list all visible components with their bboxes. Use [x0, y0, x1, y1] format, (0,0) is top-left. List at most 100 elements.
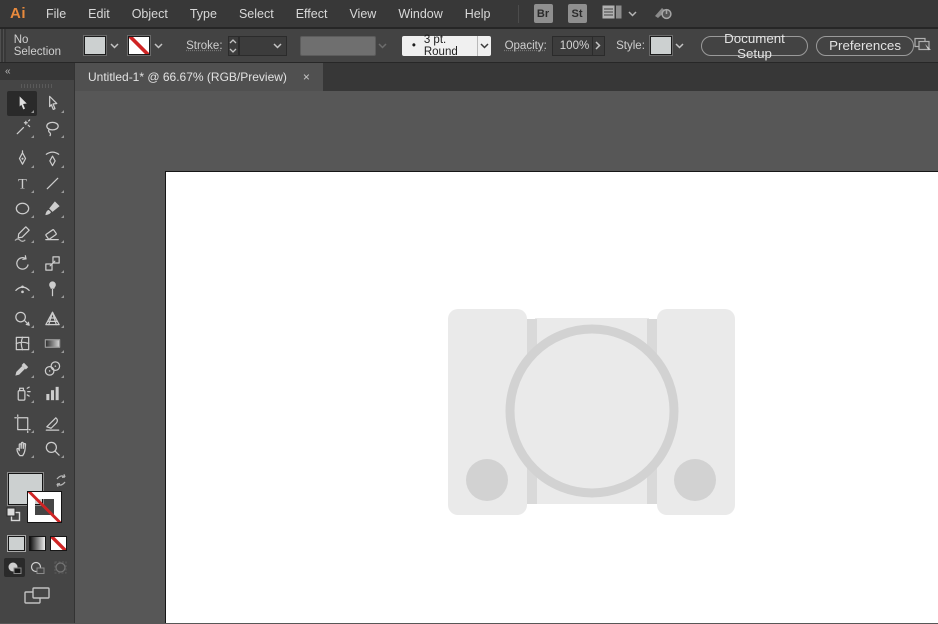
- menu-effect[interactable]: Effect: [285, 0, 339, 27]
- swap-fill-stroke-icon[interactable]: [54, 473, 68, 492]
- dock-control-panel-icon[interactable]: [914, 36, 933, 55]
- symbol-sprayer-icon: [17, 386, 31, 401]
- tool-gradient[interactable]: [37, 331, 67, 356]
- slice-icon: [45, 417, 59, 431]
- fill-stroke-proxy: [6, 473, 68, 529]
- tool-symbol-sprayer[interactable]: [7, 381, 37, 406]
- console-disc-ring[interactable]: [505, 324, 679, 498]
- tool-type[interactable]: T: [7, 171, 37, 196]
- preferences-button[interactable]: Preferences: [816, 35, 915, 56]
- tool-rotate[interactable]: [7, 251, 37, 276]
- canvas-pasteboard[interactable]: [75, 91, 938, 623]
- tool-zoom[interactable]: [37, 436, 67, 461]
- menu-bar-right: Br St: [517, 3, 674, 24]
- workspace-switcher[interactable]: [602, 5, 637, 22]
- panel-grip[interactable]: [0, 29, 6, 62]
- tool-line-segment[interactable]: [37, 171, 67, 196]
- style-picker[interactable]: [649, 36, 688, 55]
- opacity-label[interactable]: Opacity:: [505, 40, 547, 52]
- chevron-down-icon[interactable]: [672, 36, 688, 55]
- tools-panel-grip[interactable]: [0, 80, 74, 91]
- document-setup-button[interactable]: Document Setup: [700, 31, 809, 61]
- artboard-icon: [13, 414, 31, 433]
- draw-behind-button[interactable]: [27, 558, 48, 577]
- tool-eyedropper[interactable]: [7, 356, 37, 381]
- tool-blend[interactable]: [37, 356, 67, 381]
- tool-eraser[interactable]: [37, 221, 67, 246]
- opacity-submenu-arrow[interactable]: [592, 35, 606, 56]
- tool-paintbrush[interactable]: [37, 196, 67, 221]
- opacity-input[interactable]: 100%: [551, 35, 593, 56]
- menu-type[interactable]: Type: [179, 0, 228, 27]
- gradient-button[interactable]: [28, 536, 46, 551]
- tool-lasso[interactable]: [37, 116, 67, 141]
- tool-mesh[interactable]: [7, 331, 37, 356]
- tool-curvature[interactable]: [37, 146, 67, 171]
- default-fill-stroke-icon[interactable]: [6, 507, 21, 527]
- style-swatch[interactable]: [649, 36, 672, 55]
- menu-help[interactable]: Help: [454, 0, 502, 27]
- stroke-color-picker[interactable]: [128, 36, 166, 55]
- chevron-down-icon[interactable]: [150, 36, 166, 55]
- artwork-svg[interactable]: [166, 172, 938, 623]
- tools-panel-collapse[interactable]: «: [0, 63, 74, 80]
- tool-shaper[interactable]: [7, 221, 37, 246]
- stroke-weight-stepper[interactable]: [227, 35, 239, 56]
- tool-width[interactable]: [7, 276, 37, 301]
- tool-scale[interactable]: [37, 251, 67, 276]
- tool-shape-builder[interactable]: [7, 306, 37, 331]
- brush-dot-icon: •: [411, 39, 416, 52]
- tool-slice[interactable]: [37, 411, 67, 436]
- selection-status: No Selection: [13, 33, 62, 58]
- tool-perspective-grid[interactable]: [37, 306, 67, 331]
- document-tab[interactable]: Untitled-1* @ 66.67% (RGB/Preview) ×: [75, 63, 323, 91]
- brush-name: 3 pt. Round: [423, 33, 458, 58]
- stock-button[interactable]: St: [567, 4, 587, 23]
- menu-select[interactable]: Select: [228, 0, 285, 27]
- tool-hand[interactable]: [7, 436, 37, 461]
- console-left-button[interactable]: [466, 459, 508, 501]
- draw-normal-button[interactable]: [3, 558, 25, 577]
- chevron-down-icon[interactable]: [106, 36, 122, 55]
- tool-column-graph[interactable]: [37, 381, 67, 406]
- width-profile-dropdown[interactable]: [300, 35, 376, 56]
- stroke-weight-dropdown[interactable]: [238, 35, 288, 56]
- close-icon[interactable]: ×: [303, 71, 310, 83]
- brush-preview[interactable]: • 3 pt. Round: [401, 33, 478, 58]
- stroke-label[interactable]: Stroke:: [186, 40, 222, 52]
- collapse-chevrons-icon: «: [5, 66, 11, 77]
- gpu-performance-icon[interactable]: [652, 3, 674, 24]
- tool-ellipse[interactable]: [7, 196, 37, 221]
- illustrator-logo: Ai: [10, 5, 26, 22]
- color-button[interactable]: [7, 536, 25, 551]
- none-button[interactable]: [49, 536, 67, 551]
- change-screen-mode-button[interactable]: [0, 587, 74, 605]
- menu-object[interactable]: Object: [121, 0, 179, 27]
- menu-file[interactable]: File: [35, 0, 77, 27]
- menu-edit[interactable]: Edit: [77, 0, 121, 27]
- tool-puppet-warp[interactable]: [37, 276, 67, 301]
- brush-definition-dropdown[interactable]: • 3 pt. Round: [401, 33, 491, 58]
- tool-artboard[interactable]: [7, 411, 37, 436]
- tool-selection[interactable]: [7, 91, 37, 116]
- tool-pen[interactable]: [7, 146, 37, 171]
- console-right-button[interactable]: [674, 459, 716, 501]
- tool-magic-wand[interactable]: [7, 116, 37, 141]
- stroke-proxy-swatch[interactable]: [27, 491, 62, 523]
- fill-color-picker[interactable]: [84, 36, 122, 55]
- drawing-mode-buttons: [0, 558, 74, 577]
- bridge-button[interactable]: Br: [533, 4, 553, 23]
- curvature-icon: [45, 151, 59, 167]
- divider: [517, 4, 519, 23]
- style-label: Style:: [616, 39, 645, 52]
- stroke-none-swatch[interactable]: [128, 36, 151, 55]
- menu-bar: Ai File Edit Object Type Select Effect View Win…: [0, 0, 938, 29]
- ellipse-icon: [15, 202, 29, 215]
- chevron-down-icon[interactable]: [477, 35, 491, 56]
- menu-window[interactable]: Window: [387, 0, 453, 27]
- artboard[interactable]: [165, 171, 938, 623]
- fill-swatch[interactable]: [84, 36, 107, 55]
- menu-view[interactable]: View: [338, 0, 387, 27]
- color-mode-buttons: [0, 536, 74, 551]
- tool-direct-selection[interactable]: [37, 91, 67, 116]
